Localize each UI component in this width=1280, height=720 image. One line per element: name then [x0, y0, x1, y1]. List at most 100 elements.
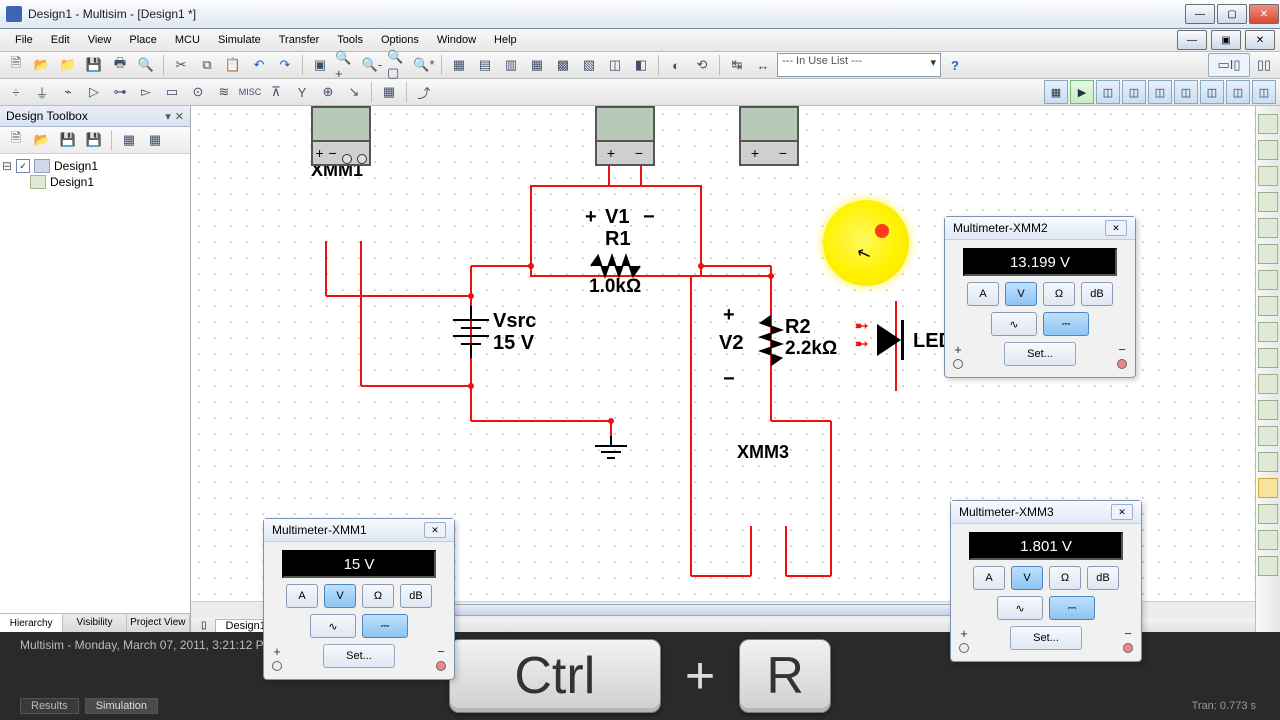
undo-icon[interactable]: ↶ — [247, 53, 271, 77]
instr-3-icon[interactable]: ◫ — [1122, 80, 1146, 104]
place-ic-icon[interactable]: ▭ — [160, 80, 184, 104]
pal-1-icon[interactable] — [1258, 114, 1278, 134]
pal-8-icon[interactable] — [1258, 296, 1278, 316]
tool-e-icon[interactable]: ▩ — [551, 53, 575, 77]
tool-a-icon[interactable]: ▦ — [447, 53, 471, 77]
open-icon[interactable]: 📂 — [30, 53, 54, 77]
pal-17-icon[interactable] — [1258, 530, 1278, 550]
instr-2-icon[interactable]: ◫ — [1096, 80, 1120, 104]
design-tree[interactable]: ⊟ ✓ Design1 Design1 — [0, 154, 190, 613]
menu-options[interactable]: Options — [372, 31, 428, 49]
tab-visibility[interactable]: Visibility — [63, 614, 126, 632]
place-misc-icon[interactable]: MISC — [238, 80, 262, 104]
mdi-close-button[interactable]: ✕ — [1245, 30, 1275, 50]
mm2-btn-db[interactable]: dB — [1081, 282, 1113, 306]
place-curve-icon[interactable]: ⤴ — [412, 80, 436, 104]
component-xmm3[interactable]: +− — [739, 106, 799, 166]
tbx-save2-icon[interactable]: 💾 — [82, 128, 106, 152]
place-bus-icon[interactable]: ⊕ — [316, 80, 340, 104]
place-source-icon[interactable]: ÷ — [4, 80, 28, 104]
help-icon[interactable]: ? — [943, 53, 967, 77]
instr-7-icon[interactable]: ◫ — [1226, 80, 1250, 104]
preview-icon[interactable]: 🔍 — [134, 53, 158, 77]
mm2-btn-ohm[interactable]: Ω — [1043, 282, 1075, 306]
mm1-btn-a[interactable]: A — [286, 584, 318, 608]
sim-pause-icon[interactable]: ▯▯ — [1252, 53, 1276, 77]
pal-7-icon[interactable] — [1258, 270, 1278, 290]
multimeter-xmm3-window[interactable]: Multimeter-XMM3 ✕ 1.801 V A V Ω dB ∿ ⎓ +… — [950, 500, 1142, 662]
mm3-btn-db[interactable]: dB — [1087, 566, 1119, 590]
mm1-port-minus[interactable] — [436, 661, 446, 671]
component-xmm2[interactable]: +− — [595, 106, 655, 166]
component-xmm1[interactable]: +− — [311, 106, 371, 166]
run-button[interactable]: ▶ — [1070, 80, 1094, 104]
tool-i-icon[interactable]: ◐ — [664, 53, 688, 77]
pal-9-icon[interactable] — [1258, 322, 1278, 342]
place-trans-icon[interactable]: ⊶ — [108, 80, 132, 104]
mm2-close-icon[interactable]: ✕ — [1105, 220, 1127, 236]
mm3-btn-v[interactable]: V — [1011, 566, 1043, 590]
pal-5-icon[interactable] — [1258, 218, 1278, 238]
sim-switch[interactable]: ▭I▯ — [1208, 53, 1250, 77]
instr-1-icon[interactable]: ▦ — [1044, 80, 1068, 104]
place-probe-icon[interactable]: ↘ — [342, 80, 366, 104]
pal-13-icon[interactable] — [1258, 426, 1278, 446]
place-resistor-icon[interactable]: ⌁ — [56, 80, 80, 104]
mm2-btn-ac[interactable]: ∿ — [991, 312, 1037, 336]
place-opamp-icon[interactable]: ▻ — [134, 80, 158, 104]
tree-root-checkbox[interactable]: ✓ — [16, 159, 30, 173]
menu-tools[interactable]: Tools — [328, 31, 372, 49]
mm3-port-plus[interactable] — [959, 643, 969, 653]
tree-root-label[interactable]: Design1 — [54, 159, 98, 173]
tool-l-icon[interactable]: ↔ — [751, 53, 775, 77]
pal-2-icon[interactable] — [1258, 140, 1278, 160]
mm3-btn-ac[interactable]: ∿ — [997, 596, 1043, 620]
tool-j-icon[interactable]: ⟲ — [690, 53, 714, 77]
tool-d-icon[interactable]: ▦ — [525, 53, 549, 77]
mm1-btn-v[interactable]: V — [324, 584, 356, 608]
place-hier-icon[interactable]: ▦ — [377, 80, 401, 104]
mm2-port-plus[interactable] — [953, 359, 963, 369]
tool-g-icon[interactable]: ◫ — [603, 53, 627, 77]
minimize-button[interactable]: — — [1185, 4, 1215, 24]
place-conn-icon[interactable]: ⊙ — [186, 80, 210, 104]
mm1-close-icon[interactable]: ✕ — [424, 522, 446, 538]
zoomall-icon[interactable]: 🔍* — [412, 53, 436, 77]
instr-6-icon[interactable]: ◫ — [1200, 80, 1224, 104]
open2-icon[interactable]: 📁 — [56, 53, 80, 77]
mm3-btn-ohm[interactable]: Ω — [1049, 566, 1081, 590]
tool-b-icon[interactable]: ▤ — [473, 53, 497, 77]
menu-transfer[interactable]: Transfer — [270, 31, 329, 49]
place-ground-icon[interactable]: ⏚ — [30, 80, 54, 104]
place-diode-icon[interactable]: ▷ — [82, 80, 106, 104]
tool-c-icon[interactable]: ▥ — [499, 53, 523, 77]
multimeter-xmm1-window[interactable]: Multimeter-XMM1 ✕ 15 V A V Ω dB ∿ ⎓ + Se… — [263, 518, 455, 680]
multimeter-xmm2-window[interactable]: Multimeter-XMM2 ✕ 13.199 V A V Ω dB ∿ ⎓ … — [944, 216, 1136, 378]
instr-4-icon[interactable]: ◫ — [1148, 80, 1172, 104]
inuse-combo[interactable]: --- In Use List --- — [777, 53, 941, 77]
status-tab-simulation[interactable]: Simulation — [85, 698, 158, 714]
tbx-open-icon[interactable]: 📂 — [30, 128, 54, 152]
pal-6-icon[interactable] — [1258, 244, 1278, 264]
new-icon[interactable]: 🗎 — [4, 53, 28, 77]
menu-place[interactable]: Place — [120, 31, 166, 49]
tab-projectview[interactable]: Project View — [127, 614, 190, 632]
tbx-save-icon[interactable]: 💾 — [56, 128, 80, 152]
tool-f-icon[interactable]: ▧ — [577, 53, 601, 77]
instr-5-icon[interactable]: ◫ — [1174, 80, 1198, 104]
place-y-icon[interactable]: Y — [290, 80, 314, 104]
cut-icon[interactable]: ✂ — [169, 53, 193, 77]
mm3-port-minus[interactable] — [1123, 643, 1133, 653]
menu-help[interactable]: Help — [485, 31, 526, 49]
mm1-btn-dc[interactable]: ⎓ — [362, 614, 408, 638]
tree-child-label[interactable]: Design1 — [50, 175, 94, 189]
place-ind-icon[interactable]: ≋ — [212, 80, 236, 104]
pal-4-icon[interactable] — [1258, 192, 1278, 212]
mm1-btn-db[interactable]: dB — [400, 584, 432, 608]
zoomin-icon[interactable]: 🔍+ — [334, 53, 358, 77]
place-net-icon[interactable]: ⊼ — [264, 80, 288, 104]
tool-k-icon[interactable]: ↹ — [725, 53, 749, 77]
mm2-set-button[interactable]: Set... — [1004, 342, 1076, 366]
mm1-btn-ac[interactable]: ∿ — [310, 614, 356, 638]
instr-8-icon[interactable]: ◫ — [1252, 80, 1276, 104]
